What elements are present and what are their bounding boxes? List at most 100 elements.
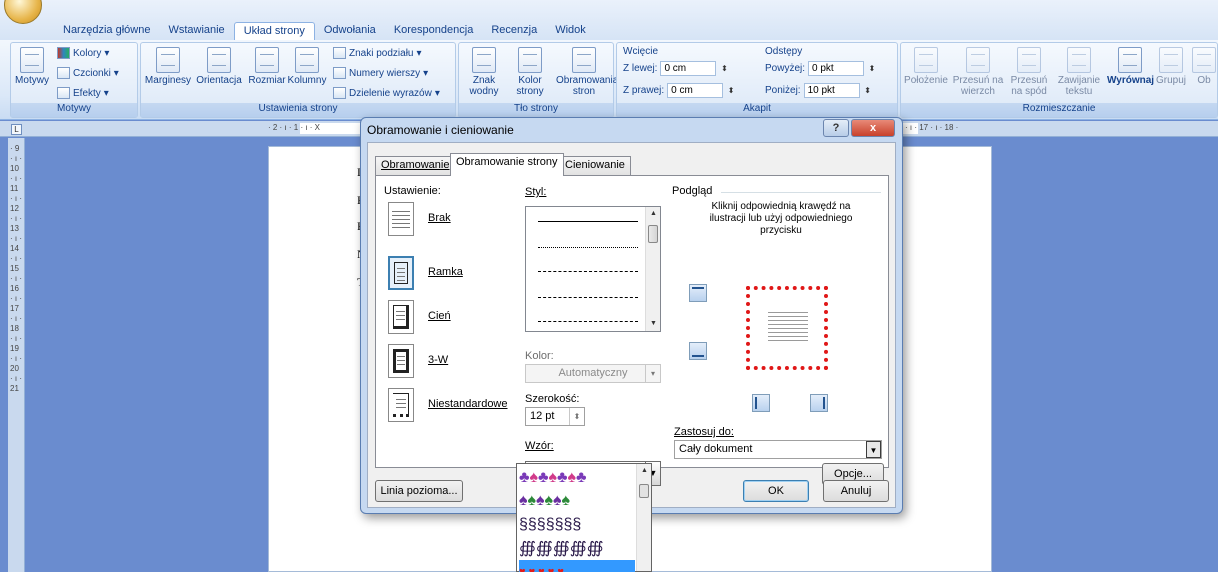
group-arrange: Położenie Przesuń na wierzch Przesuń na …: [900, 42, 1218, 118]
indent-left-spinner[interactable]: ⬍: [719, 64, 729, 73]
themes-button[interactable]: Motywy: [14, 47, 50, 86]
setting-shadow[interactable]: Cień: [388, 300, 508, 336]
spacing-after-field[interactable]: 10 pkt: [803, 83, 860, 98]
art-dropdown-list[interactable]: ♣♠♣♠♣♠♣ ♠♠♠♠♠♠ §§§§§§§ ∰∰∰∰∰ ♥ ♥ ♥ ♥ ♥ ▲: [516, 463, 652, 572]
rotate-icon: [1192, 47, 1216, 73]
tab-page-border[interactable]: Obramowanie strony: [450, 153, 564, 176]
spacing-before-field[interactable]: 0 pkt: [808, 61, 865, 76]
style-scrollbar[interactable]: ▲ ▼: [645, 207, 660, 331]
group-button[interactable]: Grupuj: [1153, 47, 1189, 86]
style-dashed[interactable]: [538, 297, 638, 298]
art-option-hot-air[interactable]: ♠♠♠♠♠♠: [519, 490, 635, 512]
art-scrollbar[interactable]: ▲: [636, 464, 651, 571]
spacing-after-spinner[interactable]: ⬍: [863, 86, 873, 95]
top-border-toggle[interactable]: [689, 284, 707, 302]
setting-box[interactable]: Ramka: [388, 256, 508, 292]
page-borders-icon: [572, 47, 596, 73]
art-option-swirl2[interactable]: ∰∰∰∰∰: [519, 538, 635, 560]
spacing-before-spinner[interactable]: ⬍: [867, 64, 877, 73]
style-label: Styl:: [525, 186, 547, 198]
tab-insert[interactable]: Wstawianie: [159, 22, 233, 40]
wrap-text-button[interactable]: Zawijanie tekstu: [1053, 47, 1105, 97]
horizontal-line-button[interactable]: Linia pozioma...: [375, 480, 463, 502]
setting-shadow-icon: [388, 300, 414, 334]
indent-right-field[interactable]: 0 cm: [667, 83, 724, 98]
scroll-down-icon[interactable]: ▼: [646, 317, 661, 331]
margins-button[interactable]: Marginesy: [143, 47, 193, 86]
tab-selector[interactable]: L: [11, 124, 22, 135]
scroll-up-icon[interactable]: ▲: [646, 207, 661, 221]
indent-right-spinner[interactable]: ⬍: [726, 86, 736, 95]
setting-3d-label: 3-W: [428, 354, 449, 366]
help-button[interactable]: ?: [823, 119, 849, 137]
color-dropdown[interactable]: Automatyczny ▾: [525, 364, 661, 383]
effects-icon: [57, 87, 70, 99]
watermark-button[interactable]: Znak wodny: [461, 47, 507, 97]
art-option-balloons[interactable]: ♣♠♣♠♣♠♣: [519, 467, 635, 489]
bring-front-button[interactable]: Przesuń na wierzch: [951, 47, 1005, 97]
tab-shading[interactable]: Cieniowanie: [559, 156, 631, 175]
rotate-button[interactable]: Ob: [1191, 47, 1217, 86]
spin-icon[interactable]: ⬍: [569, 408, 584, 425]
setting-custom-icon: [388, 388, 414, 422]
style-solid[interactable]: [538, 221, 638, 222]
page-color-button[interactable]: Kolor strony: [507, 47, 553, 97]
tab-review[interactable]: Recenzja: [482, 22, 546, 40]
vertical-ruler[interactable]: · 9 · ı · 10 · ı · 11 · ı · 12 · ı · 13 …: [8, 138, 25, 572]
ribbon-tab-bar: Narzędzia główne Wstawianie Układ strony…: [0, 0, 1218, 40]
align-button[interactable]: Wyrównaj: [1107, 47, 1154, 86]
style-listbox[interactable]: ▲ ▼: [525, 206, 661, 332]
setting-3d[interactable]: 3-W: [388, 344, 508, 380]
page-color-label: Kolor strony: [516, 75, 544, 97]
cancel-button[interactable]: Anuluj: [823, 480, 889, 502]
page-borders-button[interactable]: Obramowania stron: [555, 47, 618, 97]
scroll-thumb[interactable]: [648, 225, 658, 243]
setting-none-icon: [388, 202, 414, 236]
scroll-thumb[interactable]: [639, 484, 649, 498]
style-dash-dot[interactable]: [538, 321, 638, 322]
art-option-hearts[interactable]: ♥ ♥ ♥ ♥ ♥: [519, 560, 635, 572]
scroll-up-icon[interactable]: ▲: [637, 464, 652, 478]
tab-borders-label: Obramowanie: [381, 159, 450, 171]
breaks-button[interactable]: Znaki podziału ▾: [333, 47, 422, 59]
ok-button[interactable]: OK: [743, 480, 809, 502]
effects-button[interactable]: Efekty ▾: [57, 87, 109, 99]
orientation-button[interactable]: Orientacja: [193, 47, 245, 86]
tab-mailings[interactable]: Korespondencja: [385, 22, 483, 40]
size-button[interactable]: Rozmiar: [247, 47, 287, 86]
margins-label: Marginesy: [144, 75, 192, 86]
hyphenation-button[interactable]: Dzielenie wyrazów ▾: [333, 87, 440, 99]
columns-button[interactable]: Kolumny: [287, 47, 327, 86]
fonts-button[interactable]: Czcionki ▾: [57, 67, 119, 79]
art-option-swirl[interactable]: §§§§§§§: [519, 514, 635, 536]
tab-home[interactable]: Narzędzia główne: [54, 22, 159, 40]
tab-borders[interactable]: Obramowanie: [375, 156, 456, 175]
close-button[interactable]: x: [851, 119, 895, 137]
tab-references[interactable]: Odwołania: [315, 22, 385, 40]
preview-page[interactable]: [746, 286, 828, 370]
bottom-border-toggle[interactable]: [689, 342, 707, 360]
style-dotted[interactable]: [538, 247, 638, 248]
width-label: Szerokość:: [525, 393, 580, 405]
setting-none[interactable]: Brak: [388, 202, 508, 238]
line-numbers-button[interactable]: Numery wierszy ▾: [333, 67, 428, 79]
horizontal-line-label: Linia pozioma...: [380, 485, 458, 497]
tab-page-layout[interactable]: Układ strony: [233, 22, 315, 40]
position-button[interactable]: Położenie: [903, 47, 949, 86]
style-dashed-small[interactable]: [538, 271, 638, 272]
tab-view[interactable]: Widok: [546, 22, 595, 40]
send-back-button[interactable]: Przesuń na spód: [1005, 47, 1053, 97]
ruler-left-numbers: · 2 · ı · 1 · ı · X: [268, 123, 321, 132]
office-button[interactable]: [4, 0, 42, 24]
indent-left-field[interactable]: 0 cm: [660, 61, 717, 76]
setting-custom[interactable]: Niestandardowe: [388, 388, 508, 424]
left-border-toggle[interactable]: [752, 394, 770, 412]
group-themes: Motywy Kolory ▾ Czcionki ▾ Efekty ▾ Motywy: [10, 42, 138, 118]
right-border-toggle[interactable]: [810, 394, 828, 412]
colors-button[interactable]: Kolory ▾: [57, 47, 109, 59]
position-label: Położenie: [904, 75, 948, 86]
setting-none-label: Brak: [428, 212, 451, 224]
width-dropdown[interactable]: 12 pt ⬍: [525, 407, 585, 426]
setting-label: Ustawienie:: [384, 185, 441, 197]
apply-to-dropdown[interactable]: Cały dokument ▼: [674, 440, 882, 459]
